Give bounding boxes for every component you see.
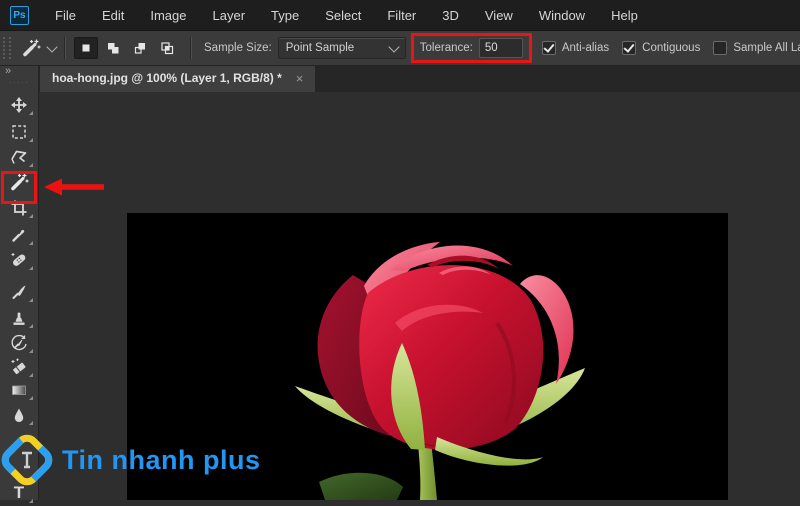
menu-view[interactable]: View [472,8,526,23]
menu-window[interactable]: Window [526,8,598,23]
tolerance-highlight-box: Tolerance: [410,33,532,63]
menu-bar: Ps File Edit Image Layer Type Select Fil… [0,0,800,30]
collapse-panel-icon[interactable]: » [5,65,11,77]
menu-type[interactable]: Type [258,8,312,23]
menu-3d[interactable]: 3D [429,8,472,23]
tool-gradient[interactable] [3,377,35,403]
menu-file[interactable]: File [42,8,89,23]
panel-grip-dots: ····· [9,77,29,87]
sample-all-layers-checkbox[interactable] [713,41,728,55]
tool-history-brush[interactable] [3,330,35,356]
options-separator [64,37,66,59]
tool-rectangular-marquee[interactable] [3,119,35,145]
menu-select[interactable]: Select [312,8,374,23]
sample-size-dropdown[interactable]: Point Sample [277,37,406,59]
tool-move[interactable] [3,92,35,118]
document-tab[interactable]: hoa-hong.jpg @ 100% (Layer 1, RGB/8) * × [40,64,316,92]
menu-help[interactable]: Help [598,8,651,23]
sample-size-label: Sample Size: [204,42,272,54]
magic-wand-icon [21,38,41,58]
tin-nhanh-plus-logo-icon [1,434,53,486]
chevron-down-icon [46,40,58,53]
subtract-from-selection-mode-button[interactable] [128,37,152,59]
new-selection-mode-button[interactable] [74,37,98,59]
tool-eyedropper[interactable] [3,222,35,248]
contiguous-checkbox[interactable] [622,41,637,55]
tool-lasso[interactable] [3,144,35,170]
document-tab-title: hoa-hong.jpg @ 100% (Layer 1, RGB/8) * [52,71,282,85]
document-tab-bar: hoa-hong.jpg @ 100% (Layer 1, RGB/8) * × [0,64,800,92]
tolerance-input[interactable] [478,38,523,58]
menu-layer[interactable]: Layer [200,8,259,23]
tool-clone-stamp[interactable] [3,305,35,331]
anti-alias-label: Anti-alias [561,42,610,54]
watermark-text: Tin nhanh plus [62,444,261,475]
menu-filter[interactable]: Filter [374,8,429,23]
tool-brush[interactable] [3,279,35,305]
red-arrow-annotation [44,178,104,196]
sample-all-layers-label: Sample All Layers [733,42,800,54]
anti-alias-option[interactable]: Anti-alias [541,41,610,55]
tool-options-bar: Sample Size: Point Sample Tolerance: Ant… [0,30,800,66]
photoshop-app-icon[interactable]: Ps [10,5,29,25]
contiguous-option[interactable]: Contiguous [622,41,700,55]
magic-wand-highlight-box [1,171,37,204]
watermark: Tin nhanh plus [0,428,261,492]
options-bar-grabber[interactable] [3,37,11,59]
menu-image[interactable]: Image [137,8,199,23]
tool-spot-healing-brush[interactable] [3,247,35,273]
current-tool-preview[interactable] [21,38,58,58]
contiguous-label: Contiguous [642,42,701,54]
sample-all-layers-option[interactable]: Sample All Layers [713,41,800,55]
anti-alias-checkbox[interactable] [541,41,556,55]
intersect-selection-mode-button[interactable] [155,37,179,59]
sample-size-value: Point Sample [285,42,355,54]
tolerance-label: Tolerance: [419,42,473,54]
tool-blur[interactable] [3,402,35,428]
close-icon[interactable]: × [296,71,304,86]
options-separator [190,37,192,59]
chevron-down-icon [388,40,400,53]
add-to-selection-mode-button[interactable] [101,37,125,59]
menu-edit[interactable]: Edit [89,8,137,23]
